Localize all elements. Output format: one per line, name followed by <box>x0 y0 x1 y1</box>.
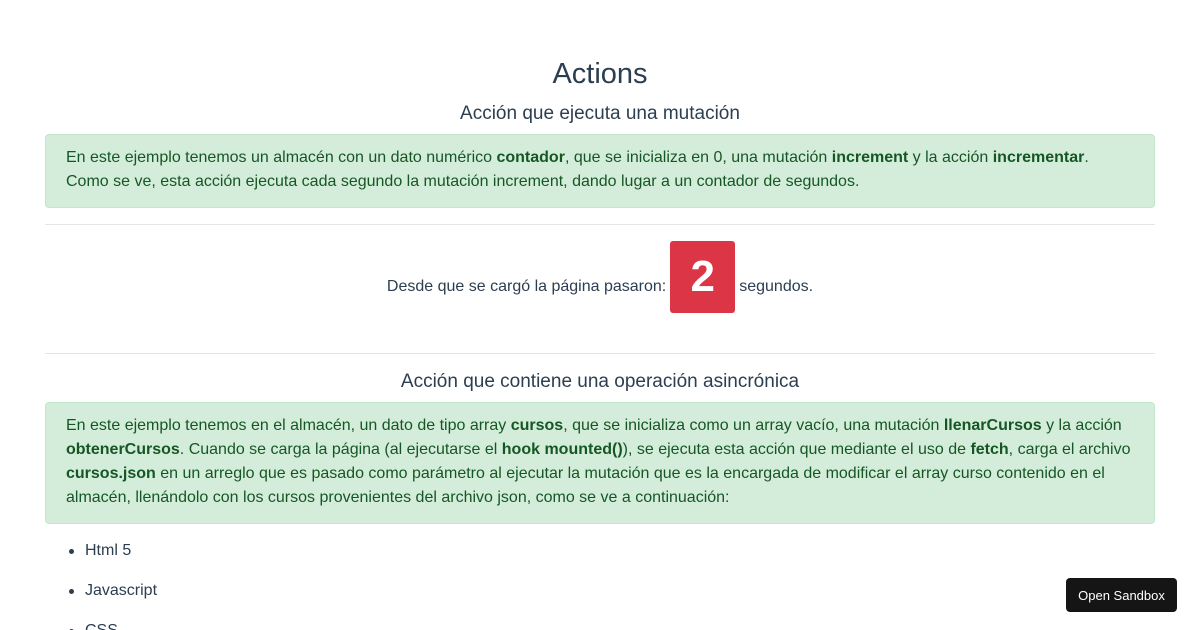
open-sandbox-button[interactable]: Open Sandbox <box>1066 578 1177 612</box>
alert-text: en un arreglo que es pasado como parámet… <box>66 465 1105 506</box>
alert-text: En este ejemplo tenemos un almacén con u… <box>66 149 497 166</box>
alert-bold-text: cursos.json <box>66 465 156 482</box>
seconds-counter: Desde que se cargó la página pasaron: 2 … <box>0 241 1200 313</box>
divider <box>45 224 1155 225</box>
alert-bold-text: llenarCursos <box>943 417 1042 434</box>
alert-text: y la acción <box>1041 417 1122 434</box>
alert-bold-text: fetch <box>970 441 1009 458</box>
info-alert-async: En este ejemplo tenemos en el almacén, u… <box>45 402 1155 524</box>
alert-bold-text: cursos <box>510 417 564 434</box>
alert-text: En este ejemplo tenemos en el almacén, u… <box>66 417 511 434</box>
counter-value-badge: 2 <box>670 241 736 313</box>
course-list: Html 5 Javascript CSS <box>68 541 158 630</box>
alert-text: , carga el archivo <box>1008 441 1131 458</box>
alert-bold-text: increment <box>831 149 909 166</box>
alert-text: . Cuando se carga la página (al ejecutar… <box>179 441 502 458</box>
section-title-async: Acción que contiene una operación asincr… <box>400 371 800 392</box>
divider <box>45 353 1155 354</box>
info-alert-mutation: En este ejemplo tenemos un almacén con u… <box>45 134 1155 208</box>
alert-bold-text: contador <box>496 149 565 166</box>
page: Actions Acción que ejecuta una mutación … <box>0 0 1200 630</box>
course-item: Html 5 <box>68 541 157 561</box>
alert-text: y la acción <box>908 149 993 166</box>
alert-text: , que se inicializa como un array vacío,… <box>563 417 944 434</box>
counter-prefix: Desde que se cargó la página pasaron: <box>386 278 667 295</box>
section-title-mutation: Acción que ejecuta una mutación <box>460 103 740 124</box>
page-title: Actions <box>552 58 648 90</box>
alert-text: ), se ejecuta esta acción que mediante e… <box>622 441 971 458</box>
alert-text: , que se inicializa en 0, una mutación <box>564 149 832 166</box>
alert-bold-text: obtenerCursos <box>66 441 180 458</box>
course-item: CSS <box>68 621 157 630</box>
alert-bold-text: hook mounted() <box>501 441 623 458</box>
alert-bold-text: incrementar <box>992 149 1085 166</box>
counter-suffix: segundos. <box>739 278 814 295</box>
course-item: Javascript <box>68 582 158 599</box>
